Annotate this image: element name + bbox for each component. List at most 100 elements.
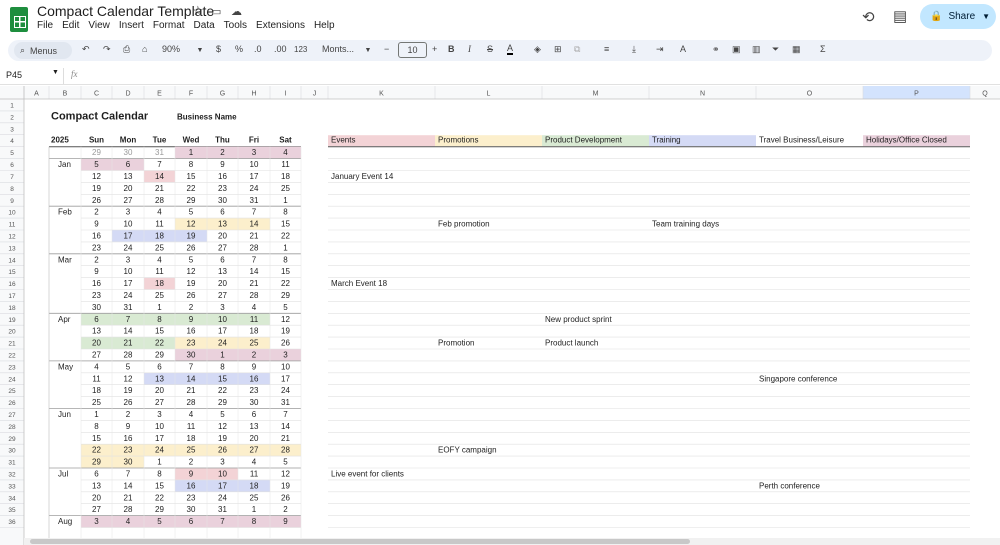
day-cell[interactable]: 13 [218,267,227,276]
day-cell[interactable]: 3 [157,410,162,419]
day-cell[interactable]: 26 [92,196,101,205]
day-cell[interactable]: 25 [155,291,164,300]
day-cell[interactable]: 3 [220,458,225,467]
day-cell[interactable]: 29 [155,351,164,360]
day-cell[interactable]: 12 [92,172,101,181]
align-vertical-icon[interactable]: ⤓ [632,44,636,55]
row-header-31[interactable]: 31 [8,460,16,467]
name-box[interactable]: P45 [6,70,22,80]
day-cell[interactable]: 12 [187,220,196,229]
day-cell[interactable]: 31 [281,398,290,407]
day-cell[interactable]: 22 [155,493,164,502]
note-cell[interactable]: Live event for clients [331,470,404,479]
day-cell[interactable]: 13 [92,481,101,490]
day-cell[interactable]: 8 [157,470,162,479]
day-cell[interactable]: 2 [189,458,194,467]
note-cell[interactable]: January Event 14 [331,172,394,181]
day-cell[interactable]: 30 [92,303,101,312]
day-cell[interactable]: 14 [281,422,290,431]
day-cell[interactable]: 23 [218,184,227,193]
row-header-23[interactable]: 23 [8,364,16,371]
day-cell[interactable]: 28 [187,398,196,407]
day-cell[interactable]: 21 [124,493,133,502]
grid-canvas[interactable]: A B C D E F G H I J K L M N O P Q12345678910111213141516… [0,86,1000,545]
day-cell[interactable]: 22 [281,232,290,241]
day-cell[interactable]: 24 [155,446,164,455]
day-cell[interactable]: 28 [250,243,259,252]
row-header-21[interactable]: 21 [8,341,16,348]
day-cell[interactable]: 7 [252,255,257,264]
day-cell[interactable]: 21 [155,184,164,193]
undo-icon[interactable]: ↶ [82,44,90,55]
menu-insert[interactable]: Insert [119,20,144,31]
insert-link-icon[interactable]: ⚭ [712,44,720,55]
day-cell[interactable]: 17 [155,434,164,443]
day-cell[interactable]: 26 [187,291,196,300]
day-cell[interactable]: 3 [126,208,131,217]
day-cell[interactable]: 11 [250,470,259,479]
day-cell[interactable]: 13 [155,374,164,383]
move-folder-icon[interactable]: ▭ [211,5,221,18]
row-header-3[interactable]: 3 [10,126,14,133]
day-cell[interactable]: 9 [252,362,257,371]
day-cell[interactable]: 15 [218,374,227,383]
font-size-input[interactable]: 10 [398,42,427,58]
menu-help[interactable]: Help [314,20,335,31]
row-header-19[interactable]: 19 [8,317,16,324]
day-cell[interactable]: 24 [124,243,133,252]
day-cell[interactable]: 22 [155,339,164,348]
day-cell[interactable]: 30 [250,398,259,407]
day-cell[interactable]: 20 [218,279,227,288]
day-cell[interactable]: 19 [281,481,290,490]
day-cell[interactable]: 28 [124,351,133,360]
day-cell[interactable]: 17 [250,172,259,181]
column-header-n[interactable]: N [700,91,705,98]
note-cell[interactable]: Perth conference [759,481,820,490]
column-header-c[interactable]: C [94,91,99,98]
day-cell[interactable]: 21 [250,232,259,241]
day-cell[interactable]: 16 [187,327,196,336]
comments-icon[interactable]: ▤ [893,7,907,25]
day-cell[interactable]: 9 [94,220,99,229]
day-cell[interactable]: 5 [157,517,162,526]
day-cell[interactable]: 26 [281,339,290,348]
day-cell[interactable]: 7 [126,470,131,479]
day-cell[interactable]: 20 [250,434,259,443]
day-cell[interactable]: 13 [250,422,259,431]
day-cell[interactable]: 23 [250,386,259,395]
day-cell[interactable]: 2 [126,410,131,419]
menu-format[interactable]: Format [153,20,185,31]
day-cell[interactable]: 18 [250,481,259,490]
filter-icon[interactable]: ⏷ [772,44,779,55]
column-header-m[interactable]: M [593,91,599,98]
percent-format-button[interactable]: % [235,44,243,54]
day-cell[interactable]: 6 [94,470,99,479]
day-cell[interactable]: 2 [283,505,288,514]
day-cell[interactable]: 5 [126,362,131,371]
row-header-25[interactable]: 25 [8,388,16,395]
day-cell[interactable]: 12 [218,422,227,431]
day-cell[interactable]: 27 [92,351,101,360]
row-header-14[interactable]: 14 [8,257,16,264]
day-cell[interactable]: 15 [92,434,101,443]
day-cell[interactable]: 1 [157,303,162,312]
row-header-11[interactable]: 11 [9,222,16,229]
day-cell[interactable]: 27 [218,243,227,252]
day-cell[interactable]: 22 [218,386,227,395]
font-select[interactable]: Monts... ▼ [322,44,371,54]
row-header-28[interactable]: 28 [8,424,16,431]
day-cell[interactable]: 10 [218,470,227,479]
day-cell[interactable]: 23 [187,493,196,502]
day-cell[interactable]: 16 [92,279,101,288]
day-cell[interactable]: 28 [124,505,133,514]
day-cell[interactable]: 18 [250,327,259,336]
day-cell[interactable]: 14 [155,172,164,181]
column-header-o[interactable]: O [807,91,813,98]
day-cell[interactable]: 25 [155,243,164,252]
row-header-30[interactable]: 30 [8,448,16,455]
day-cell[interactable]: 10 [281,362,290,371]
spreadsheet-grid[interactable]: A B C D E F G H I J K L M N O P Q 1 2 3 4 5 6 7 8 9 10 11 12 13 14 15 16… [0,86,1000,545]
day-cell[interactable]: 17 [124,279,133,288]
fill-color-icon[interactable]: ◈ [534,44,541,55]
day-cell[interactable]: 1 [252,505,257,514]
